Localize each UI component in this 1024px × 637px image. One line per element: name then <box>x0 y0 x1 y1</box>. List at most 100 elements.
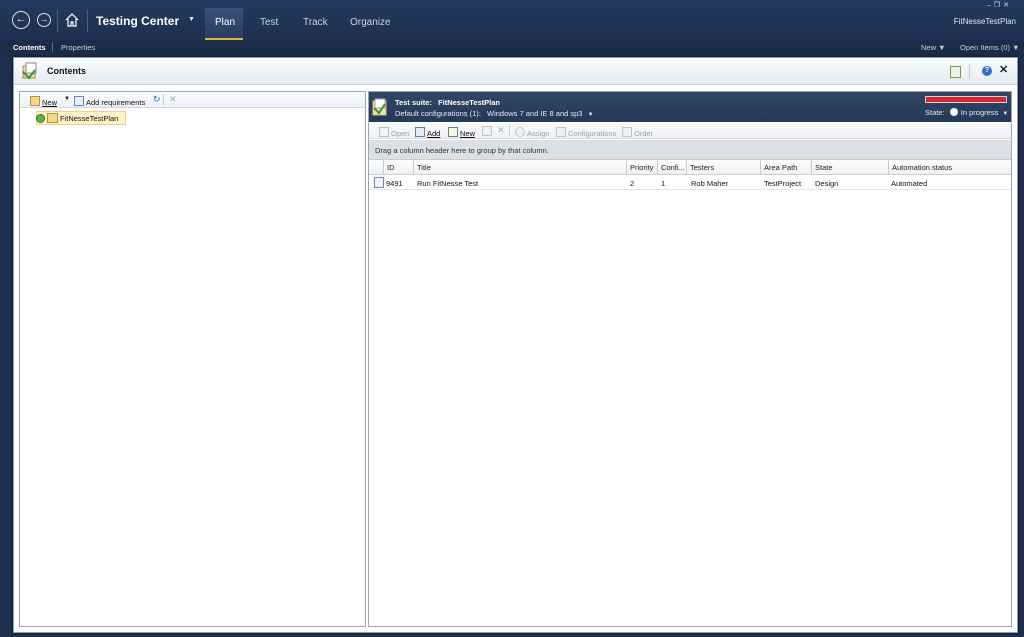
remove-icon[interactable]: ✕ <box>497 125 505 136</box>
column-separator <box>383 160 384 174</box>
new-suite-button[interactable]: New <box>30 96 57 107</box>
separator <box>509 125 510 136</box>
assign-button[interactable]: Assign <box>515 127 550 138</box>
top-navigation-bar: ← → Testing Center ▼ Plan Test Track Org… <box>0 0 1024 40</box>
tab-plan-label[interactable]: Plan <box>215 17 235 28</box>
test-case-toolbar: Open Add New ✕ Assign Configurations Ord… <box>369 123 1011 139</box>
tree-item-label: FitNesseTestPlan <box>60 114 119 123</box>
suite-label: Test suite: <box>395 98 432 107</box>
table-row[interactable]: 9491 Run FitNesse Test 2 1 Rob Maher Tes… <box>369 175 1011 190</box>
configurations-label: Configurations <box>568 129 617 138</box>
test-plan-icon <box>47 113 58 123</box>
order-button[interactable]: Order <box>622 127 653 138</box>
state-label: State: <box>925 108 945 117</box>
open-icon <box>379 127 389 137</box>
configurations-icon <box>556 127 566 137</box>
window-controls[interactable]: –❐✕ <box>987 1 1012 9</box>
copy-icon[interactable] <box>482 126 492 136</box>
add-button[interactable]: Add <box>415 127 440 138</box>
column-header-configurations[interactable]: Confi... <box>661 163 685 172</box>
group-by-hint: Drag a column header here to group by th… <box>375 146 549 155</box>
cell-automation-status: Automated <box>891 179 928 188</box>
add-requirements-button[interactable]: Add requirements <box>74 96 145 107</box>
delete-icon[interactable]: ✕ <box>169 94 177 105</box>
app-menu-dropdown-icon[interactable]: ▼ <box>188 16 195 23</box>
progress-bar <box>925 96 1007 103</box>
close-icon[interactable]: ✕ <box>999 63 1008 76</box>
separator <box>87 10 88 32</box>
subnav-contents[interactable]: Contents <box>13 43 46 52</box>
sub-navigation-bar <box>0 40 1024 56</box>
chevron-down-icon[interactable]: ▼ <box>588 112 594 118</box>
column-header-id[interactable]: ID <box>387 163 395 172</box>
column-separator <box>811 160 812 174</box>
column-separator <box>626 160 627 174</box>
open-items-label: Open Items (0) <box>960 43 1011 52</box>
separator <box>969 64 970 78</box>
tree-item-fitnessetestplan[interactable]: FitNesseTestPlan <box>36 111 126 125</box>
state-value: In progress <box>960 108 999 117</box>
close-icon[interactable]: ✕ <box>1003 2 1012 9</box>
grid-header: ID Title Priority Confi... Testers Area … <box>369 160 1011 175</box>
new-icon <box>448 127 458 137</box>
configurations-button[interactable]: Configurations <box>556 127 616 138</box>
new-menu-label: New <box>921 43 937 52</box>
project-name[interactable]: FitNesseTestPlan <box>954 17 1016 26</box>
new-button[interactable]: New <box>448 127 475 138</box>
add-label: Add <box>427 129 441 138</box>
column-header-title[interactable]: Title <box>417 163 431 172</box>
help-icon[interactable]: ? <box>982 66 992 76</box>
column-header-state[interactable]: State <box>815 163 833 172</box>
open-button[interactable]: Open <box>379 127 409 138</box>
column-separator <box>413 160 414 174</box>
group-by-bar[interactable]: Drag a column header here to group by th… <box>369 140 1011 160</box>
open-items-button[interactable]: Open Items (0) ▼ <box>960 43 1020 52</box>
suite-name: FitNesseTestPlan <box>438 98 501 107</box>
separator <box>52 42 53 52</box>
separator <box>57 10 58 32</box>
back-arrow-icon[interactable]: ← <box>12 11 30 29</box>
cell-id: 9491 <box>386 179 403 188</box>
test-suite-icon <box>372 98 388 116</box>
cell-testers: Rob Maher <box>691 179 729 188</box>
chevron-down-icon: ▼ <box>1002 111 1009 117</box>
subnav-properties[interactable]: Properties <box>61 43 95 52</box>
state-selector[interactable]: State: In progress ▼ <box>925 108 1008 117</box>
test-plan-icon <box>21 62 39 80</box>
column-header-priority[interactable]: Priority <box>630 163 653 172</box>
app-title: Testing Center <box>96 14 180 28</box>
in-progress-icon <box>949 108 958 116</box>
column-separator <box>888 160 889 174</box>
default-config-value[interactable]: Windows 7 and IE 8 and sp3 <box>487 109 582 118</box>
minimize-icon[interactable]: – <box>987 2 994 9</box>
separator <box>163 94 164 105</box>
chevron-down-icon: ▼ <box>938 43 946 52</box>
cell-priority: 2 <box>630 179 635 188</box>
test-suite-pane: Test suite: FitNesseTestPlan Default con… <box>368 91 1012 627</box>
tab-test[interactable]: Test <box>260 17 278 28</box>
tree-toolbar: New ▼ Add requirements ↻ ✕ <box>20 92 365 108</box>
restore-icon[interactable]: ❐ <box>994 2 1003 9</box>
order-label: Order <box>634 129 654 138</box>
column-header-area-path[interactable]: Area Path <box>764 163 797 172</box>
add-requirements-icon <box>74 96 84 106</box>
contents-header: Contents ? ✕ <box>14 58 1017 85</box>
refresh-icon[interactable]: ↻ <box>153 94 161 105</box>
new-label: New <box>460 129 476 138</box>
column-separator <box>657 160 658 174</box>
test-case-icon <box>374 177 384 188</box>
refresh-page-icon[interactable] <box>950 66 961 78</box>
suite-header: Test suite: FitNesseTestPlan Default con… <box>369 92 1011 122</box>
open-label: Open <box>391 129 410 138</box>
chevron-down-icon[interactable]: ▼ <box>64 96 70 102</box>
column-header-testers[interactable]: Testers <box>690 163 714 172</box>
column-header-automation-status[interactable]: Automation status <box>892 163 952 172</box>
suite-tree-pane: New ▼ Add requirements ↻ ✕ FitNesseTestP… <box>19 91 366 627</box>
forward-arrow-icon[interactable]: → <box>37 13 51 27</box>
home-icon[interactable] <box>64 12 80 28</box>
tab-track[interactable]: Track <box>303 17 328 28</box>
new-menu-button[interactable]: New ▼ <box>921 43 946 52</box>
new-suite-label: New <box>42 98 58 107</box>
tab-organize[interactable]: Organize <box>350 17 391 28</box>
assign-label: Assign <box>527 129 550 138</box>
